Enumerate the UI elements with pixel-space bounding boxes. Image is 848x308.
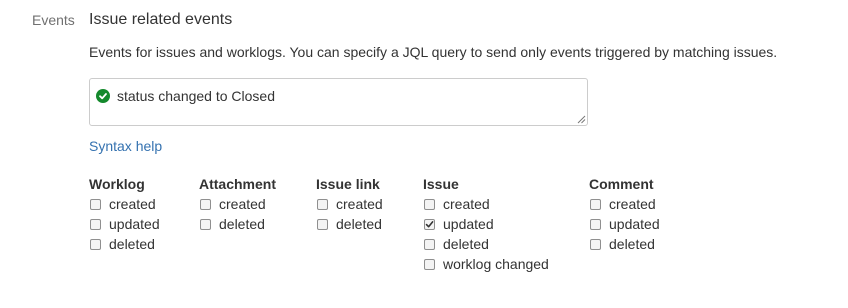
worklog-updated-option[interactable]: updated [89, 214, 160, 234]
jql-query-input[interactable]: status changed to Closed [89, 78, 588, 126]
option-label: deleted [336, 216, 382, 232]
attachment-events-group: Attachment created deleted [199, 176, 276, 234]
option-label: created [609, 196, 656, 212]
worklog-events-group: Worklog created updated deleted [89, 176, 160, 254]
option-label: created [109, 196, 156, 212]
checkbox[interactable] [200, 198, 211, 210]
option-label: deleted [443, 236, 489, 252]
option-label: created [336, 196, 383, 212]
option-label: updated [443, 216, 494, 232]
group-title: Attachment [199, 176, 277, 192]
issue-created-option[interactable]: created [423, 194, 549, 214]
comment-updated-option[interactable]: updated [589, 214, 660, 234]
section-description: Events for issues and worklogs. You can … [89, 44, 778, 60]
checkbox[interactable] [590, 238, 601, 250]
section-title: Issue related events [89, 11, 233, 28]
checkbox[interactable] [424, 218, 435, 230]
issue-link-created-option[interactable]: created [316, 194, 383, 214]
checkbox[interactable] [317, 218, 328, 230]
issue-link-deleted-option[interactable]: deleted [316, 214, 383, 234]
events-section-label: Events [32, 12, 75, 28]
option-label: deleted [609, 236, 655, 252]
checkbox[interactable] [424, 258, 435, 270]
checkbox[interactable] [590, 198, 601, 210]
resize-handle-icon[interactable] [576, 114, 586, 124]
syntax-help-link[interactable]: Syntax help [89, 138, 162, 154]
comment-deleted-option[interactable]: deleted [589, 234, 660, 254]
jql-query-content: status changed to Closed [96, 88, 275, 104]
checkbox[interactable] [200, 218, 211, 230]
jql-query-value: status changed to Closed [117, 88, 275, 104]
issue-link-events-group: Issue link created deleted [316, 176, 383, 234]
attachment-created-option[interactable]: created [199, 194, 276, 214]
option-label: updated [609, 216, 660, 232]
worklog-created-option[interactable]: created [89, 194, 160, 214]
worklog-deleted-option[interactable]: deleted [89, 234, 160, 254]
group-title: Issue [423, 176, 459, 192]
checkmark-icon [425, 220, 434, 227]
checkbox[interactable] [424, 198, 435, 210]
checkbox[interactable] [424, 238, 435, 250]
checkbox[interactable] [90, 238, 101, 250]
check-circle-icon [96, 89, 110, 103]
issue-events-group: Issue created updated deleted worklog ch… [423, 176, 549, 274]
issue-deleted-option[interactable]: deleted [423, 234, 549, 254]
comment-events-group: Comment created updated deleted [589, 176, 660, 254]
checkbox[interactable] [590, 218, 601, 230]
checkbox[interactable] [317, 198, 328, 210]
group-title: Issue link [316, 176, 380, 192]
comment-created-option[interactable]: created [589, 194, 660, 214]
option-label: created [219, 196, 266, 212]
option-label: deleted [109, 236, 155, 252]
option-label: updated [109, 216, 160, 232]
issue-worklog-changed-option[interactable]: worklog changed [423, 254, 549, 274]
option-label: worklog changed [443, 256, 549, 272]
group-title: Worklog [89, 176, 145, 192]
attachment-deleted-option[interactable]: deleted [199, 214, 276, 234]
issue-updated-option[interactable]: updated [423, 214, 549, 234]
option-label: deleted [219, 216, 265, 232]
checkbox[interactable] [90, 198, 101, 210]
group-title: Comment [589, 176, 654, 192]
checkbox[interactable] [90, 218, 101, 230]
option-label: created [443, 196, 490, 212]
